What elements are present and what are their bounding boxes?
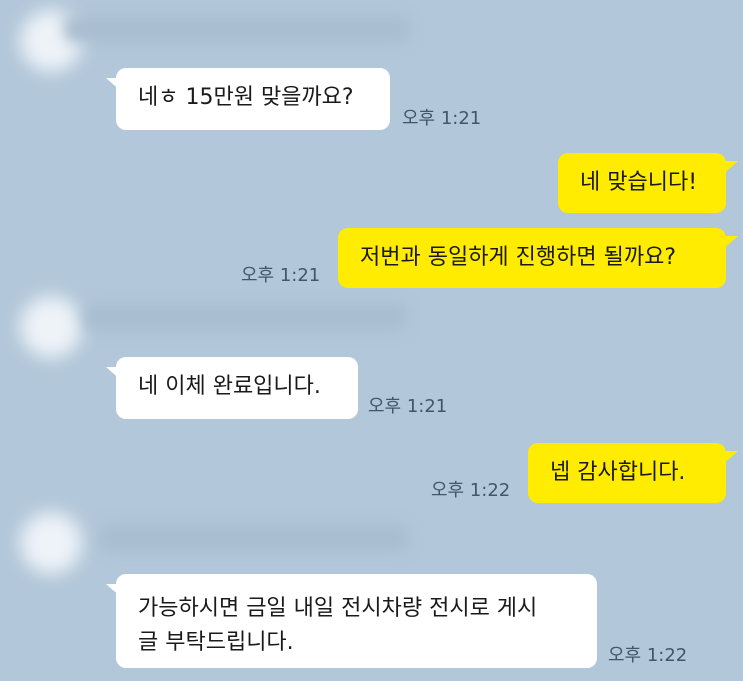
chat-message-list[interactable]: 네ㅎ 15만원 맞을까요? 오후 1:21 네 맞습니다! 오후 1:21 저번… bbox=[0, 0, 743, 681]
message-bubble-received[interactable]: 네ㅎ 15만원 맞을까요? bbox=[106, 68, 390, 130]
message-text: 네 맞습니다! bbox=[580, 170, 698, 195]
message-timestamp: 오후 1:21 bbox=[368, 396, 448, 417]
message-text: 넵 감사합니다. bbox=[550, 460, 686, 485]
message-timestamp: 오후 1:21 bbox=[241, 265, 321, 286]
message-timestamp: 오후 1:22 bbox=[608, 645, 688, 666]
message-bubble-received[interactable]: 네 이체 완료입니다. bbox=[106, 357, 358, 419]
sender-avatar[interactable] bbox=[20, 296, 82, 358]
message-bubble-received[interactable]: 가능하시면 금일 내일 전시차량 전시로 게시 글 부탁드립니다. bbox=[106, 574, 597, 668]
message-text: 저번과 동일하게 진행하면 될까요? bbox=[360, 245, 677, 270]
message-bubble-sent[interactable]: 저번과 동일하게 진행하면 될까요? bbox=[338, 228, 738, 288]
message-bubble-sent[interactable]: 네 맞습니다! bbox=[558, 153, 738, 213]
message-bubble-sent[interactable]: 넵 감사합니다. bbox=[528, 443, 738, 503]
sender-name-blurred bbox=[100, 525, 408, 551]
sender-name-blurred bbox=[64, 16, 409, 42]
sender-name-blurred bbox=[84, 304, 406, 330]
message-text: 네 이체 완료입니다. bbox=[138, 374, 321, 399]
message-timestamp: 오후 1:22 bbox=[431, 480, 511, 501]
message-timestamp: 오후 1:21 bbox=[402, 108, 482, 129]
message-text: 네ㅎ 15만원 맞을까요? bbox=[138, 85, 354, 110]
message-text-line: 가능하시면 금일 내일 전시차량 전시로 게시 bbox=[138, 596, 538, 621]
sender-avatar[interactable] bbox=[20, 512, 82, 574]
message-text-line: 글 부탁드립니다. bbox=[138, 630, 294, 655]
